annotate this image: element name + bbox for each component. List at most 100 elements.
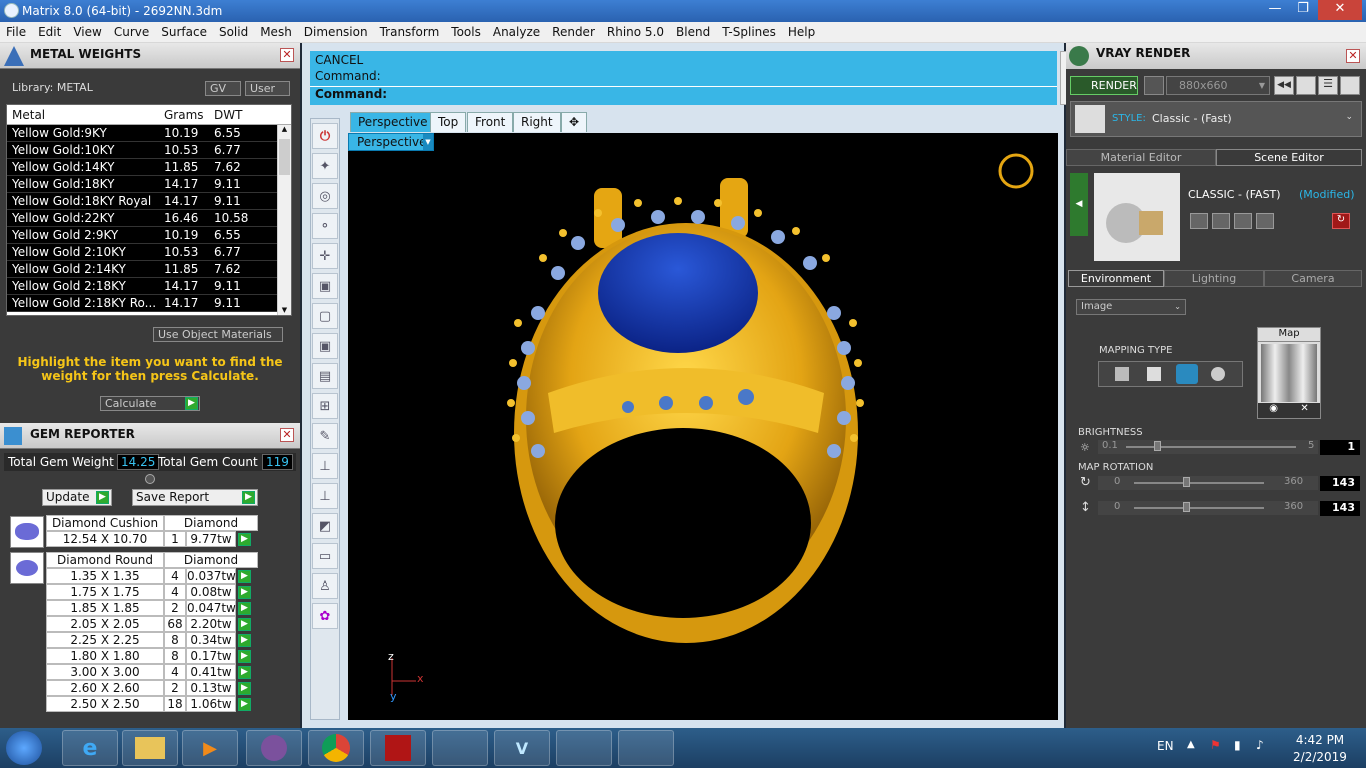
gem-go-icon[interactable]: ▶ <box>238 681 251 695</box>
map-thumbnail[interactable]: Map ◉ ✕ <box>1257 327 1321 419</box>
tab-scene-editor[interactable]: Scene Editor <box>1216 149 1362 166</box>
update-button[interactable]: Update ▶ <box>42 489 112 506</box>
metal-row[interactable]: Yellow Gold 2:9KY 10.19 6.55 <box>7 227 291 244</box>
metal-row[interactable]: Yellow Gold 2:10KY 10.53 6.77 <box>7 244 291 261</box>
globe-icon[interactable]: ◎ <box>312 183 338 209</box>
flag-icon[interactable]: ⚑ <box>1210 738 1221 752</box>
gem-row[interactable]: 2.05 X 2.05 68 2.20tw ▶ <box>46 616 258 632</box>
tab-lighting[interactable]: Lighting <box>1164 270 1264 287</box>
viewport[interactable]: Perspective ▼ z x y <box>348 133 1058 720</box>
menu-render[interactable]: Render <box>546 25 601 39</box>
app-red-icon[interactable] <box>370 730 426 766</box>
rewind-icon[interactable]: ◀◀ <box>1274 76 1294 95</box>
menu-rhino[interactable]: Rhino 5.0 <box>601 25 670 39</box>
clock-date[interactable]: 2/2/2019 <box>1288 750 1352 764</box>
gem-go-icon[interactable]: ▶ <box>238 532 251 546</box>
gem-row[interactable]: 3.00 X 3.00 4 0.41tw ▶ <box>46 664 258 680</box>
maximize-button[interactable]: ❐ <box>1290 0 1316 20</box>
vray-close-icon[interactable]: ✕ <box>1346 49 1360 63</box>
gem-row[interactable]: 2.60 X 2.60 2 0.13tw ▶ <box>46 680 258 696</box>
gem-go-icon[interactable]: ▶ <box>238 601 251 615</box>
metal-close-icon[interactable]: ✕ <box>280 48 294 62</box>
scroll-down-icon[interactable]: ▼ <box>279 306 290 315</box>
command-input[interactable]: Command: <box>310 86 1057 105</box>
list-icon[interactable]: ☰ <box>1318 76 1338 95</box>
cube-icon[interactable]: ▣ <box>312 273 338 299</box>
menu-file[interactable]: File <box>0 25 32 39</box>
metal-row[interactable]: Yellow Gold 2:14KY 11.85 7.62 <box>7 261 291 278</box>
clock-time[interactable]: 4:42 PM <box>1290 733 1350 747</box>
gem-go-icon[interactable]: ▶ <box>238 585 251 599</box>
menu-help[interactable]: Help <box>782 25 821 39</box>
gumball-r-icon[interactable]: ⊥ <box>312 483 338 509</box>
media-player-icon[interactable]: ▶ <box>182 730 238 766</box>
cube-render-icon[interactable]: ▤ <box>312 363 338 389</box>
metal-row[interactable]: Yellow Gold:9KY 10.19 6.55 <box>7 125 291 142</box>
network-icon[interactable]: ▮ <box>1234 738 1241 752</box>
menu-surface[interactable]: Surface <box>155 25 213 39</box>
chrome-icon[interactable] <box>308 730 364 766</box>
mapping-sphere-icon[interactable] <box>1176 364 1198 384</box>
environment-type-dropdown[interactable]: Image ⌄ <box>1076 299 1186 315</box>
gem-go-icon[interactable]: ▶ <box>238 649 251 663</box>
menu-tools[interactable]: Tools <box>445 25 487 39</box>
splitter-handle[interactable] <box>145 474 155 484</box>
metal-row[interactable]: Yellow Gold:18KY 14.17 9.11 <box>7 176 291 193</box>
save-scene-icon[interactable] <box>1190 213 1208 229</box>
frame-buffer-icon[interactable] <box>1296 76 1316 95</box>
rotation-h-knob[interactable] <box>1182 477 1190 487</box>
export-scene-icon[interactable] <box>1256 213 1274 229</box>
h-box-icon[interactable]: ▭ <box>312 543 338 569</box>
gem-row[interactable]: 2.50 X 2.50 18 1.06tw ▶ <box>46 696 258 712</box>
gem-row[interactable]: 1.75 X 1.75 4 0.08tw ▶ <box>46 584 258 600</box>
metal-row[interactable]: Yellow Gold:14KY 11.85 7.62 <box>7 159 291 176</box>
gem-close-icon[interactable]: ✕ <box>280 428 294 442</box>
cube-wire-icon[interactable]: ▢ <box>312 303 338 329</box>
map-color-icon[interactable]: ◉ <box>1269 403 1278 418</box>
menu-transform[interactable]: Transform <box>374 25 446 39</box>
rotation-v-knob[interactable] <box>1182 502 1190 512</box>
start-button[interactable] <box>6 731 42 765</box>
bounding-box-icon[interactable]: ⊞ <box>312 393 338 419</box>
tab-material-editor[interactable]: Material Editor <box>1066 149 1216 166</box>
language-indicator[interactable]: EN <box>1157 739 1174 753</box>
mapping-plane-icon[interactable] <box>1115 367 1129 381</box>
tab-top[interactable]: Top <box>430 112 467 132</box>
settings-grid-icon[interactable] <box>1340 76 1360 95</box>
render-options-icon[interactable] <box>1144 76 1164 95</box>
pen-icon[interactable]: ✎ <box>312 423 338 449</box>
axis-icon[interactable]: ✛ <box>312 243 338 269</box>
tab-camera[interactable]: Camera <box>1264 270 1362 287</box>
cube-shaded-icon[interactable]: ▣ <box>312 333 338 359</box>
gem-row[interactable]: 1.80 X 1.80 8 0.17tw ▶ <box>46 648 258 664</box>
import-scene-icon[interactable] <box>1234 213 1252 229</box>
col-metal[interactable]: Metal <box>7 108 159 122</box>
ie-icon[interactable]: e <box>62 730 118 766</box>
menu-blend[interactable]: Blend <box>670 25 716 39</box>
calculate-go-icon[interactable]: ▶ <box>185 397 198 410</box>
tab-add[interactable]: ✥ <box>561 112 588 132</box>
rotation-h-value[interactable]: 143 <box>1320 476 1360 491</box>
user-toggle[interactable]: User <box>245 81 290 96</box>
menu-analyze[interactable]: Analyze <box>487 25 546 39</box>
stop-icon[interactable]: ⏻ <box>312 123 338 149</box>
gem-go-icon[interactable]: ▶ <box>238 569 251 583</box>
explorer-icon[interactable] <box>122 730 178 766</box>
rotate-icon[interactable]: ✦ <box>312 153 338 179</box>
gem-row[interactable]: 1.85 X 1.85 2 0.047tw ▶ <box>46 600 258 616</box>
mapping-hdr-icon[interactable] <box>1211 367 1225 381</box>
saveas-scene-icon[interactable] <box>1212 213 1230 229</box>
brightness-knob[interactable] <box>1154 441 1162 451</box>
gem-go-icon[interactable]: ▶ <box>238 617 251 631</box>
metal-row[interactable]: Yellow Gold 2:18KY 14.17 9.11 <box>7 278 291 295</box>
rotation-h-slider[interactable]: 0 360 <box>1098 476 1318 490</box>
metal-row[interactable]: Yellow Gold:18KY Royal 14.17 9.11 <box>7 193 291 210</box>
minimize-button[interactable]: — <box>1262 0 1288 20</box>
menu-mesh[interactable]: Mesh <box>254 25 298 39</box>
gem-go-icon[interactable]: ▶ <box>238 633 251 647</box>
col-dwt[interactable]: DWT <box>209 108 269 122</box>
menu-solid[interactable]: Solid <box>213 25 254 39</box>
tab-environment[interactable]: Environment <box>1068 270 1164 287</box>
figure-icon[interactable]: ♙ <box>312 573 338 599</box>
render-button[interactable]: RENDER <box>1070 76 1138 95</box>
